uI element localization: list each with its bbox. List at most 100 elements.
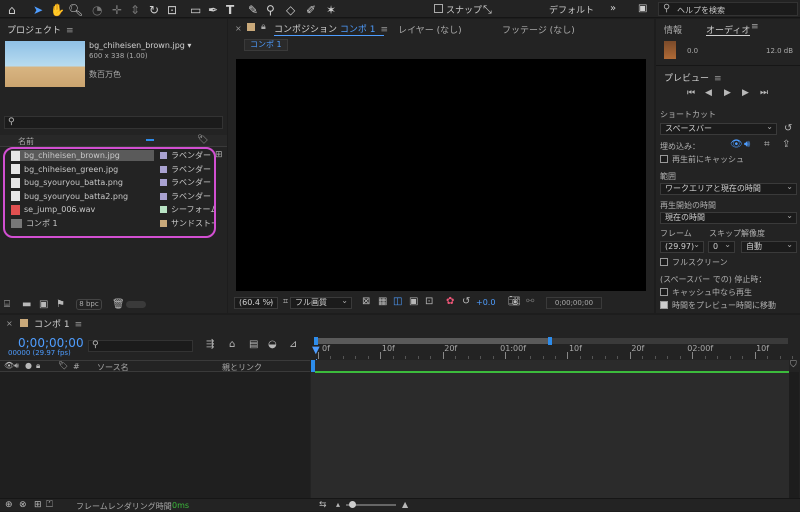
timeline-search-input[interactable]: ⚲	[88, 340, 193, 352]
solo-icon[interactable]: ●	[25, 361, 32, 370]
dolly-tool-icon[interactable]: ⇕	[130, 3, 140, 17]
toggle-switches-icon[interactable]: ⇆	[319, 500, 327, 510]
project-tab[interactable]: プロジェクト ≡	[7, 23, 74, 36]
footage-tab[interactable]: フッテージ (なし)	[502, 23, 575, 36]
new-folder-icon[interactable]: ▬	[22, 299, 31, 310]
overlays-icon[interactable]: ⌗	[764, 139, 770, 150]
current-time-display[interactable]: 0;00;00;00	[546, 297, 602, 309]
color-management-icon[interactable]: ✿	[446, 296, 454, 307]
help-search-input[interactable]: ヘルプを検索	[677, 5, 725, 16]
quality-dropdown[interactable]: フル画質	[290, 296, 352, 309]
zoom-tool-icon[interactable]: 🔍︎	[68, 3, 83, 17]
video-visibility-icon[interactable]: 👁︎	[4, 361, 14, 370]
play-icon[interactable]: ▶	[724, 88, 731, 98]
shortcut-dropdown[interactable]: スペースバー	[660, 122, 777, 135]
range-dropdown[interactable]: ワークエリアと現在の時間	[660, 182, 797, 195]
audio-visibility-icon[interactable]: 🔊︎	[14, 361, 19, 371]
playhead-icon[interactable]: ▼	[312, 345, 320, 356]
snap-checkbox[interactable]	[434, 4, 443, 13]
close-icon[interactable]: ×	[6, 319, 13, 328]
zoom-out-icon[interactable]: ▴	[336, 500, 340, 509]
skip-dropdown[interactable]: 0	[708, 240, 735, 253]
col-name[interactable]: 名前	[18, 136, 34, 147]
show-snapshot-icon[interactable]: ⚯	[526, 296, 534, 307]
if-caching-checkbox[interactable]	[660, 288, 668, 296]
panel-menu-icon[interactable]: ≡	[714, 74, 722, 84]
comp-mini-flowchart-icon[interactable]: ⇶	[206, 339, 214, 350]
brush-tool-icon[interactable]: ✎	[248, 3, 258, 17]
export-icon[interactable]: ⇪	[782, 139, 790, 150]
interpret-footage-icon[interactable]: ⌸	[4, 299, 10, 310]
clone-stamp-tool-icon[interactable]: ⚲	[266, 3, 275, 17]
time-ruler[interactable]: 0f 10f 20f 01:00f 10f 20f 02:00f 10f	[314, 344, 793, 359]
selection-tool-icon[interactable]: ➤	[33, 3, 43, 17]
motion-blur-icon[interactable]: ◒	[268, 339, 277, 350]
home-icon[interactable]: ⌂	[8, 3, 16, 17]
pan-tool-icon[interactable]: ✛	[112, 3, 122, 17]
composition-tab[interactable]: コンポジション コンポ 1 ≡	[274, 22, 388, 35]
trash-icon[interactable]: 🗑︎	[112, 299, 125, 310]
hand-tool-icon[interactable]: ✋	[50, 3, 65, 17]
transparency-grid-icon[interactable]: ▦	[378, 296, 387, 307]
resolution-dropdown[interactable]: 自動	[741, 240, 797, 253]
preview-file-name[interactable]: bg_chiheisen_brown.jpg ▾	[89, 41, 191, 50]
exposure-value[interactable]: +0.0	[476, 298, 495, 307]
layer-list[interactable]	[0, 372, 310, 498]
rectangle-tool-icon[interactable]: ▭	[190, 3, 201, 17]
composition-sub-tab[interactable]: コンポ 1	[244, 39, 288, 51]
pen-tool-icon[interactable]: ✒	[208, 3, 218, 17]
roto-brush-tool-icon[interactable]: ✐	[306, 3, 316, 17]
first-frame-icon[interactable]: ⏮	[687, 88, 695, 98]
workspace-panel-icon[interactable]: ▣	[638, 3, 647, 14]
workspace-menu-icon[interactable]: »	[610, 3, 616, 14]
lock-icon[interactable]: 🔒︎	[261, 22, 266, 32]
layer-tab[interactable]: レイヤー (なし)	[398, 23, 462, 36]
label-column-icon[interactable]: 🏷︎	[197, 135, 208, 145]
panel-menu-icon[interactable]: ≡	[66, 26, 74, 36]
next-frame-icon[interactable]: ▶	[742, 88, 749, 98]
anchor-tool-icon[interactable]: ⊡	[167, 3, 177, 17]
graph-editor-icon[interactable]: ⊿	[289, 339, 297, 350]
channel-icon[interactable]: ⊡	[425, 296, 433, 307]
panel-menu-icon[interactable]: ≡	[751, 22, 759, 32]
transfer-controls-icon[interactable]: ⊗	[19, 500, 27, 510]
orbit-tool-icon[interactable]: ◔	[92, 3, 102, 17]
bpc-button[interactable]: 8 bpc	[76, 299, 102, 310]
preview-tab[interactable]: プレビュー ≡	[664, 71, 722, 84]
comp-marker-bin-icon[interactable]: ⛉	[790, 360, 797, 370]
col-number[interactable]: #	[73, 362, 80, 371]
close-icon[interactable]: ×	[235, 24, 242, 33]
zoom-in-icon[interactable]: ▲	[402, 500, 408, 509]
new-composition-icon[interactable]: ▣	[39, 299, 48, 310]
take-snapshot-icon[interactable]: 📷︎	[508, 296, 521, 307]
type-tool-icon[interactable]: T	[226, 3, 234, 17]
frame-blending-icon[interactable]: ▤	[249, 339, 258, 350]
render-time-icon[interactable]: ⏍	[46, 500, 53, 510]
panel-menu-icon[interactable]: ≡	[380, 25, 388, 35]
puppet-tool-icon[interactable]: ✶	[326, 3, 336, 17]
flowchart-icon[interactable]: ⊞	[215, 150, 223, 160]
reset-exposure-icon[interactable]: ↺	[462, 296, 470, 307]
help-search-box[interactable]: ⚲ ヘルプを検索	[658, 2, 798, 16]
move-time-checkbox[interactable]	[660, 301, 668, 309]
layer-switches-icon[interactable]: ⊕	[5, 500, 13, 510]
snapshot-region-icon[interactable]: ⊠	[362, 296, 370, 307]
workspace-label[interactable]: デフォルト	[549, 3, 594, 16]
frame-rate-dropdown[interactable]: (29.97)	[660, 240, 704, 253]
grid-guides-icon[interactable]: ▣	[409, 296, 418, 307]
in-out-icon[interactable]: ⊞	[34, 500, 42, 510]
shy-icon[interactable]: ⌂	[229, 339, 235, 350]
panel-menu-icon[interactable]: ≡	[75, 320, 83, 330]
lock-icon[interactable]: 🔒︎	[36, 361, 40, 371]
info-tab[interactable]: 情報	[664, 23, 682, 36]
mask-visibility-icon[interactable]: ◫	[393, 296, 402, 307]
zoom-dropdown[interactable]: (60.4 %)	[234, 296, 278, 309]
last-frame-icon[interactable]: ⏭	[760, 88, 768, 98]
cache-before-checkbox[interactable]	[660, 155, 668, 163]
project-search-input[interactable]: ⚲	[4, 116, 223, 129]
rotate-tool-icon[interactable]: ↻	[149, 3, 159, 17]
fit-icon[interactable]: ⌗	[283, 297, 288, 307]
timeline-tab[interactable]: コンポ 1 ≡	[34, 317, 82, 330]
start-time-dropdown[interactable]: 現在の時間	[660, 211, 797, 224]
thumbnail-slider[interactable]	[126, 301, 146, 308]
